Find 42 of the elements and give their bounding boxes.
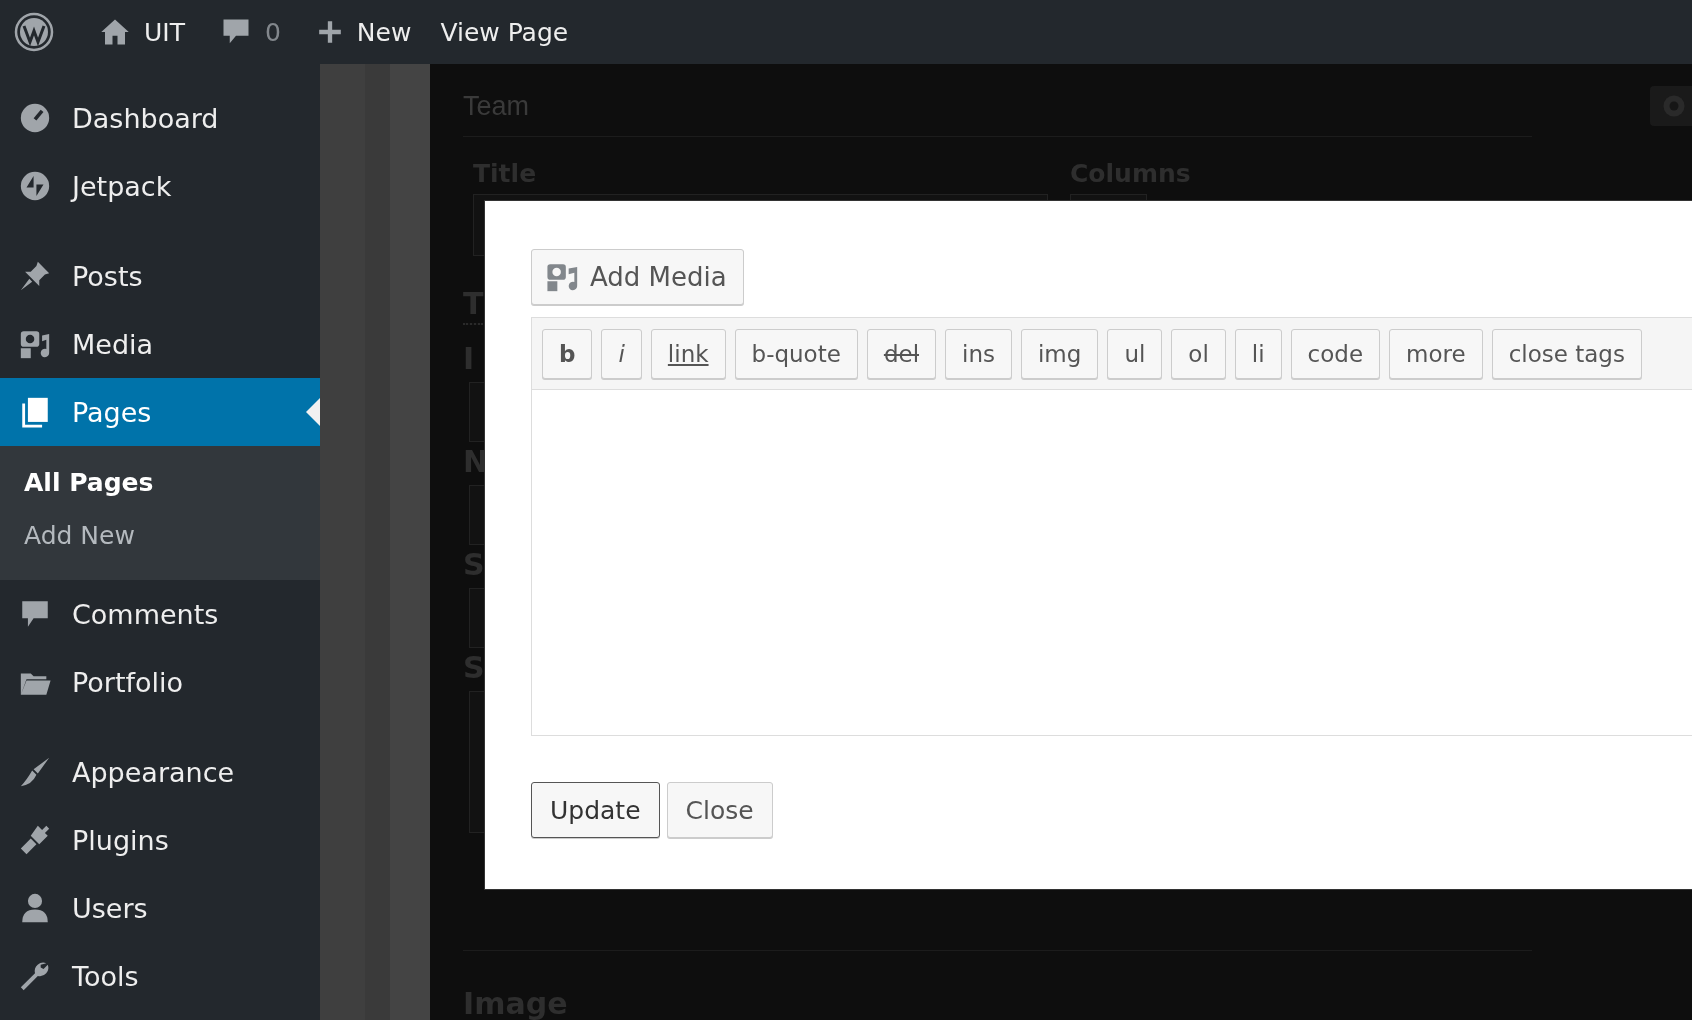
- sidebar-menu-item[interactable]: Portfolio: [0, 648, 320, 716]
- close-button[interactable]: Close: [666, 782, 773, 838]
- home-icon[interactable]: [100, 17, 130, 47]
- comment-count[interactable]: 0: [264, 17, 281, 47]
- new-link[interactable]: New: [356, 17, 412, 47]
- update-button[interactable]: Update: [531, 782, 660, 838]
- submenu-item[interactable]: All Pages: [0, 456, 320, 509]
- plus-icon[interactable]: [316, 19, 343, 45]
- format-button[interactable]: b-quote: [734, 329, 858, 379]
- sidebar-menu-item[interactable]: Dashboard: [0, 84, 320, 152]
- sidebar-menu-item[interactable]: Appearance: [0, 738, 320, 806]
- sidebar-menu-item[interactable]: Plugins: [0, 806, 320, 874]
- plug-icon: [18, 823, 52, 857]
- format-button[interactable]: ul: [1107, 329, 1163, 379]
- format-button[interactable]: i: [601, 329, 642, 379]
- bolt-circle-icon: [18, 169, 52, 203]
- pointer-arrow-icon: [306, 398, 320, 426]
- brush-icon: [18, 755, 52, 789]
- sidebar-menu-item[interactable]: Jetpack: [0, 152, 320, 220]
- format-button[interactable]: img: [1020, 329, 1099, 379]
- format-button[interactable]: ol: [1171, 329, 1226, 379]
- format-button[interactable]: close tags: [1491, 329, 1642, 379]
- format-button[interactable]: more: [1389, 329, 1483, 379]
- format-button[interactable]: ins: [945, 329, 1012, 379]
- site-name-link[interactable]: UIT: [144, 17, 185, 47]
- dashboard-icon: [18, 101, 52, 135]
- sidebar-menu-item[interactable]: Pages: [0, 378, 320, 446]
- view-page-link[interactable]: View Page: [440, 17, 569, 47]
- sidebar-menu-item[interactable]: Media: [0, 310, 320, 378]
- add-media-button[interactable]: Add Media: [531, 249, 744, 305]
- sidebar-menu-item[interactable]: Posts: [0, 242, 320, 310]
- format-button[interactable]: code: [1290, 329, 1381, 379]
- submenu-item[interactable]: Add New: [0, 509, 320, 562]
- sidebar-menu-item[interactable]: Users: [0, 874, 320, 942]
- sidebar-menu-item[interactable]: Comments: [0, 580, 320, 648]
- format-button[interactable]: del: [866, 329, 936, 379]
- wordpress-logo-icon[interactable]: [14, 12, 54, 52]
- format-button[interactable]: link: [650, 329, 726, 379]
- sidebar-menu-item[interactable]: Tools: [0, 942, 320, 1010]
- format-button[interactable]: b: [542, 329, 593, 379]
- format-button[interactable]: li: [1234, 329, 1282, 379]
- pin-icon: [18, 259, 52, 293]
